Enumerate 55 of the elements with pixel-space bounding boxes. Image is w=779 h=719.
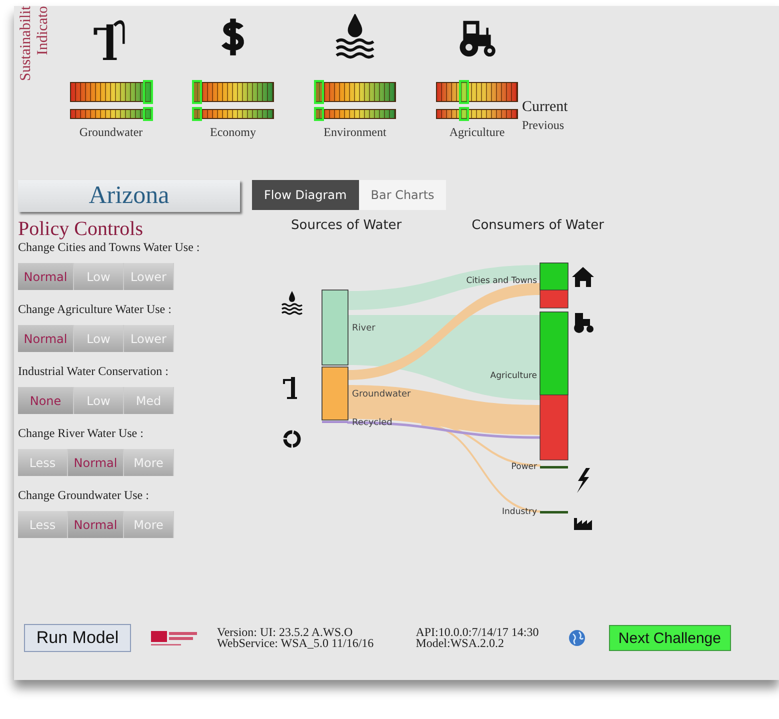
option-button[interactable]: Normal [18, 263, 74, 290]
option-button[interactable]: Lower [124, 325, 174, 352]
next-challenge-button[interactable]: Next Challenge [608, 625, 731, 651]
version-text: WebService: WSA_5.0 11/16/16 [217, 638, 374, 649]
consumer-label: Power [511, 462, 537, 472]
version-text: Model:WSA.2.0.2 [416, 638, 504, 649]
tractor-icon [574, 313, 594, 333]
policy-label: Change Agriculture Water Use : [18, 302, 172, 317]
option-button[interactable]: Normal [68, 449, 124, 476]
indicator-label: Economy [210, 125, 256, 140]
source-label: Recycled [352, 418, 392, 428]
source-label: River [352, 324, 376, 334]
option-button[interactable]: Normal [18, 325, 74, 352]
tab[interactable]: Flow Diagram [252, 180, 359, 210]
region-title: Arizona [18, 180, 240, 212]
option-button[interactable]: None [18, 387, 74, 414]
version-text: Version: UI: 23.5.2 A.WS.O [217, 627, 354, 638]
globe-icon [566, 628, 587, 648]
option-button[interactable]: Low [74, 325, 124, 352]
source-label: Groundwater [352, 390, 411, 400]
option-button[interactable]: More [124, 511, 174, 538]
consumer-bar [540, 511, 568, 514]
indicator-label: Groundwater [79, 125, 143, 140]
policy-label: Change River Water Use : [18, 426, 144, 441]
version-text: API:10.0.0:7/14/17 14:30 [416, 627, 539, 638]
house-icon [572, 267, 594, 287]
tab[interactable]: Bar Charts [358, 180, 446, 210]
section-title: Policy Controls [18, 220, 144, 238]
option-button[interactable]: Lower [124, 263, 174, 290]
recycle-icon [283, 430, 301, 448]
policy-label: Industrial Water Conservation : [18, 364, 170, 379]
legend-label: Current [522, 99, 568, 116]
section-title: Sustainabilit Indicato [18, 6, 52, 83]
option-button[interactable]: Low [74, 263, 124, 290]
policy-label: Change Cities and Towns Water Use : [18, 240, 201, 255]
lightning-icon [577, 468, 590, 493]
option-button[interactable]: More [124, 449, 174, 476]
policy-label: Change Groundwater Use : [18, 488, 150, 503]
legend-label: Previous [522, 118, 565, 133]
column-heading: Sources of Water [291, 218, 402, 233]
indicator-label: Environment [324, 125, 386, 140]
consumer-label: Agriculture [490, 371, 537, 381]
consumer-bar [540, 466, 568, 468]
run-model-button[interactable]: Run Model [24, 624, 131, 652]
water-icon [281, 291, 303, 315]
option-button[interactable]: Normal [68, 511, 124, 538]
indicator-label: Agriculture [449, 125, 505, 140]
column-heading: Consumers of Water [472, 218, 604, 233]
consumer-label: Industry [502, 507, 537, 517]
option-button[interactable]: Med [124, 387, 174, 414]
option-button[interactable]: Less [18, 449, 68, 476]
option-button[interactable]: Low [74, 387, 124, 414]
consumer-label: Cities and Towns [466, 276, 537, 286]
option-button[interactable]: Less [18, 511, 68, 538]
factory-icon [574, 518, 592, 530]
